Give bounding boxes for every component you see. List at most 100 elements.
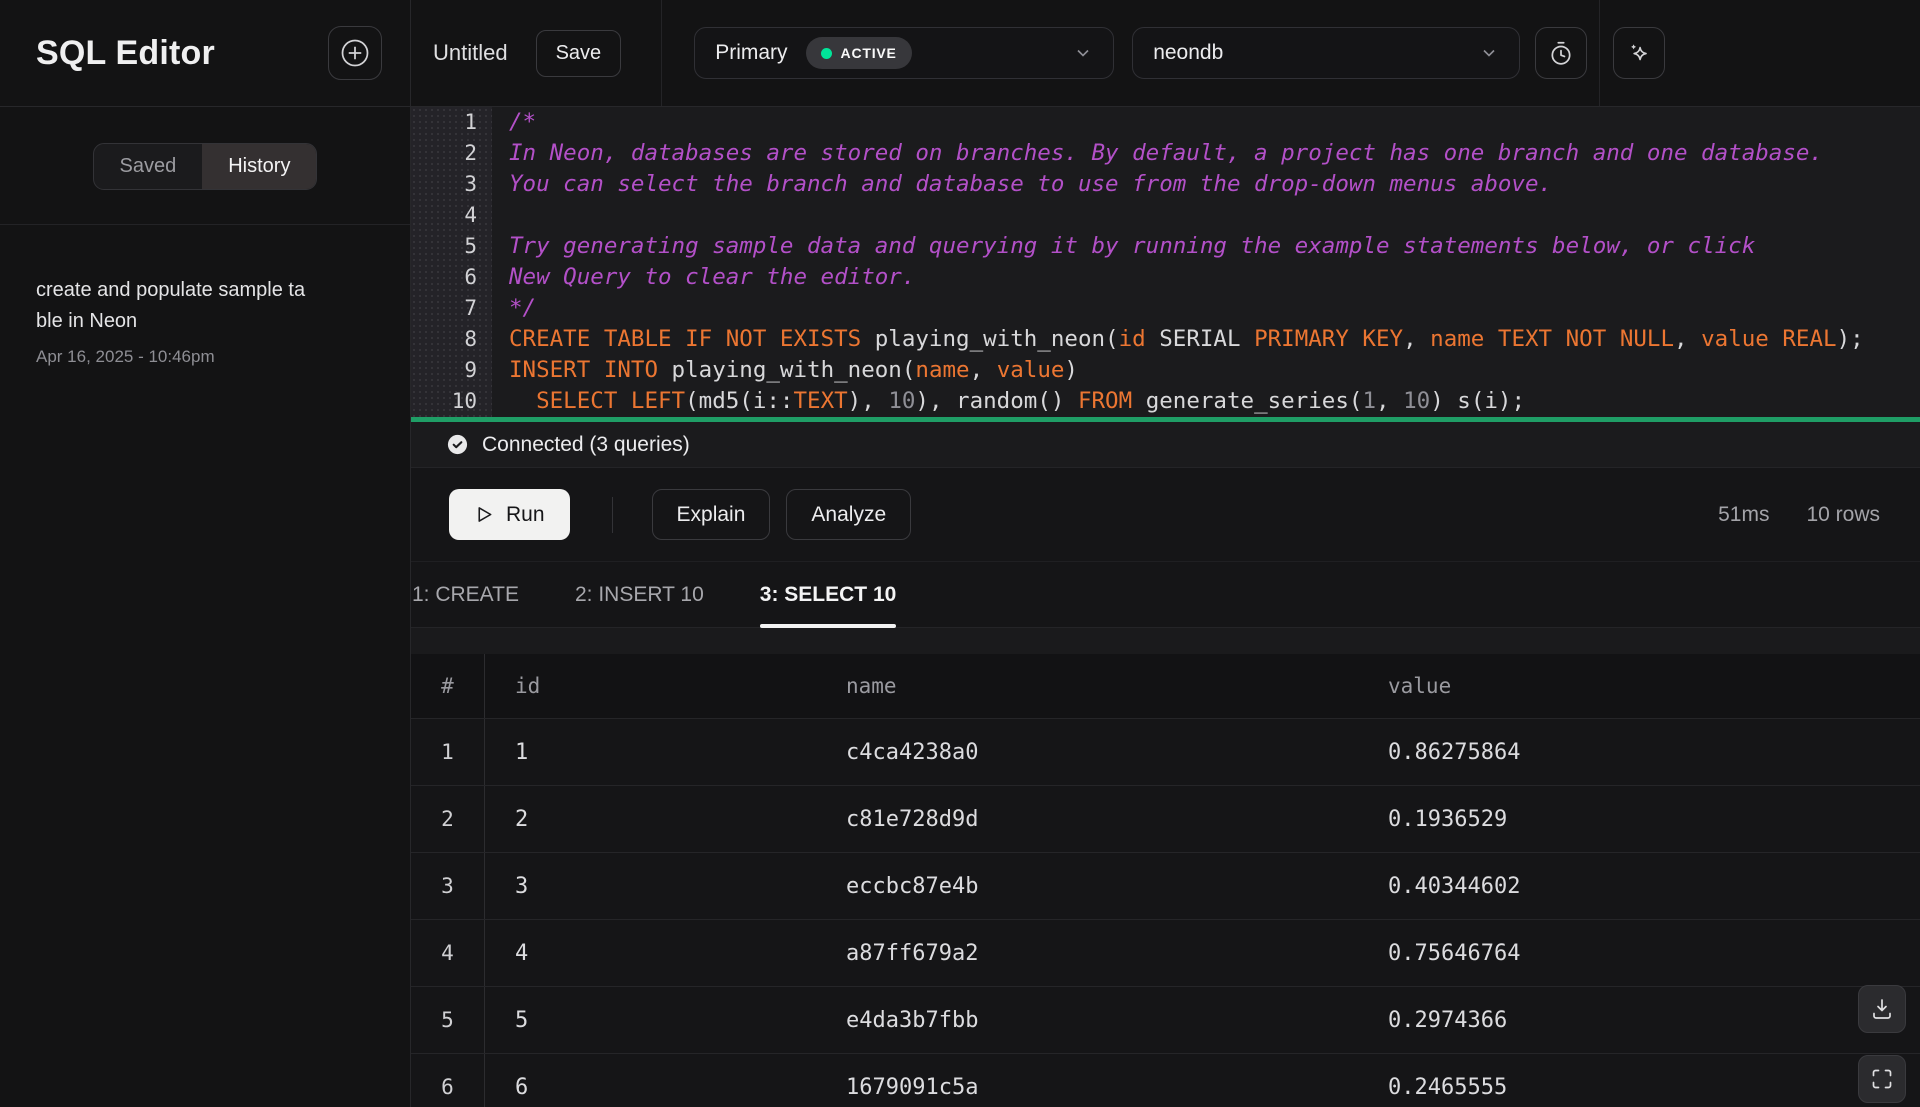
row-count: 10 rows <box>1806 503 1880 527</box>
cell-value: 0.86275864 <box>1358 740 1920 765</box>
database-select[interactable]: neondb <box>1132 27 1520 79</box>
history-item[interactable]: create and populate sample table in Neon… <box>36 275 374 367</box>
line-number: 6 <box>411 262 477 293</box>
expand-results-button[interactable] <box>1858 1055 1906 1103</box>
ai-assistant-button[interactable] <box>1613 27 1665 79</box>
column-header-name: name <box>816 674 1358 698</box>
table-row: 33eccbc87e4b0.40344602 <box>411 853 1920 920</box>
row-index: 6 <box>411 1054 485 1107</box>
cell-value: 0.75646764 <box>1358 941 1920 966</box>
cell-value: 0.1936529 <box>1358 807 1920 832</box>
column-header-id: id <box>485 674 816 698</box>
table-row: 22c81e728d9d0.1936529 <box>411 786 1920 853</box>
code-line: INSERT INTO playing_with_neon(name, valu… <box>509 355 1920 386</box>
sql-editor-app: SQL Editor Saved History create and popu… <box>0 0 1920 1107</box>
code-line: */ <box>509 293 1920 324</box>
row-index: 2 <box>411 786 485 852</box>
sidebar: SQL Editor Saved History create and popu… <box>0 0 411 1107</box>
row-index: 1 <box>411 719 485 785</box>
history-item-timestamp: Apr 16, 2025 - 10:46pm <box>36 347 374 367</box>
cell-name: a87ff679a2 <box>816 941 1358 966</box>
new-query-button[interactable] <box>328 26 382 80</box>
table-row: 11c4ca4238a00.86275864 <box>411 719 1920 786</box>
query-title: Untitled <box>433 40 508 66</box>
status-label: ACTIVE <box>841 45 897 61</box>
connection-status-bar: Connected (3 queries) <box>411 422 1920 468</box>
execution-meta: 51ms 10 rows <box>1718 503 1880 527</box>
download-results-button[interactable] <box>1858 985 1906 1033</box>
branch-status-badge: ACTIVE <box>806 37 912 69</box>
result-tab-3[interactable]: 3: SELECT 10 <box>760 562 897 627</box>
toolbar-divider <box>1599 0 1600 106</box>
cell-id: 6 <box>485 1075 816 1100</box>
status-dot <box>821 48 832 59</box>
save-button[interactable]: Save <box>536 30 622 77</box>
run-button[interactable]: Run <box>449 489 570 540</box>
row-index: 5 <box>411 987 485 1053</box>
connection-status-text: Connected (3 queries) <box>482 433 690 457</box>
toolbar-divider <box>661 0 662 106</box>
result-tab-1[interactable]: 1: CREATE <box>412 562 519 627</box>
table-body: 11c4ca4238a00.8627586422c81e728d9d0.1936… <box>411 719 1920 1107</box>
sql-editor[interactable]: 12345678910 /*In Neon, databases are sto… <box>411 107 1920 417</box>
table-row: 55e4da3b7fbb0.2974366 <box>411 987 1920 1054</box>
line-number: 10 <box>411 386 477 417</box>
code-line: SELECT LEFT(md5(i::TEXT), 10), random() … <box>509 386 1920 417</box>
line-number: 3 <box>411 169 477 200</box>
cell-id: 5 <box>485 1008 816 1033</box>
chevron-down-icon <box>1479 43 1499 63</box>
table-row: 44a87ff679a20.75646764 <box>411 920 1920 987</box>
line-number: 4 <box>411 200 477 231</box>
sidebar-header: SQL Editor <box>0 0 410 107</box>
tab-saved[interactable]: Saved <box>94 144 203 189</box>
column-header-value: value <box>1358 674 1920 698</box>
code-area[interactable]: /*In Neon, databases are stored on branc… <box>492 107 1920 417</box>
line-number-gutter: 12345678910 <box>411 107 492 417</box>
cell-id: 3 <box>485 874 816 899</box>
line-number: 5 <box>411 231 477 262</box>
database-name: neondb <box>1153 41 1223 65</box>
check-circle-icon <box>446 433 469 456</box>
cell-id: 1 <box>485 740 816 765</box>
circle-plus-icon <box>340 38 370 68</box>
tab-history[interactable]: History <box>202 144 316 189</box>
cell-name: eccbc87e4b <box>816 874 1358 899</box>
sparkles-icon <box>1626 40 1652 66</box>
download-icon <box>1870 997 1894 1021</box>
stopwatch-icon <box>1548 40 1574 66</box>
cell-name: c4ca4238a0 <box>816 740 1358 765</box>
cell-name: e4da3b7fbb <box>816 1008 1358 1033</box>
line-number: 9 <box>411 355 477 386</box>
chevron-down-icon <box>1073 43 1093 63</box>
query-actions-bar: Run Explain Analyze 51ms 10 rows <box>411 468 1920 561</box>
query-history-button[interactable] <box>1535 27 1587 79</box>
cell-value: 0.2974366 <box>1358 1008 1920 1033</box>
code-line: You can select the branch and database t… <box>509 169 1920 200</box>
cell-value: 0.40344602 <box>1358 874 1920 899</box>
cell-name: c81e728d9d <box>816 807 1358 832</box>
branch-name: Primary <box>715 41 787 65</box>
result-tab-2[interactable]: 2: INSERT 10 <box>575 562 704 627</box>
history-item-title: create and populate sample table in Neon <box>36 275 316 337</box>
actions-divider <box>612 497 613 533</box>
results-table: #idnamevalue 11c4ca4238a00.8627586422c81… <box>411 628 1920 1107</box>
play-icon <box>474 504 495 525</box>
analyze-button[interactable]: Analyze <box>786 489 911 540</box>
run-button-label: Run <box>506 503 545 527</box>
code-line: Try generating sample data and querying … <box>509 231 1920 262</box>
row-index: 4 <box>411 920 485 986</box>
column-header-num: # <box>411 654 485 718</box>
row-index: 3 <box>411 853 485 919</box>
code-line: CREATE TABLE IF NOT EXISTS playing_with_… <box>509 324 1920 355</box>
code-line: In Neon, databases are stored on branche… <box>509 138 1920 169</box>
cell-name: 1679091c5a <box>816 1075 1358 1100</box>
history-list: create and populate sample table in Neon… <box>0 225 410 367</box>
line-number: 8 <box>411 324 477 355</box>
explain-button[interactable]: Explain <box>652 489 771 540</box>
cell-id: 2 <box>485 807 816 832</box>
line-number: 2 <box>411 138 477 169</box>
branch-select[interactable]: Primary ACTIVE <box>694 27 1114 79</box>
table-row: 661679091c5a0.2465555 <box>411 1054 1920 1107</box>
page-title: SQL Editor <box>36 34 215 73</box>
code-line: /* <box>509 107 1920 138</box>
